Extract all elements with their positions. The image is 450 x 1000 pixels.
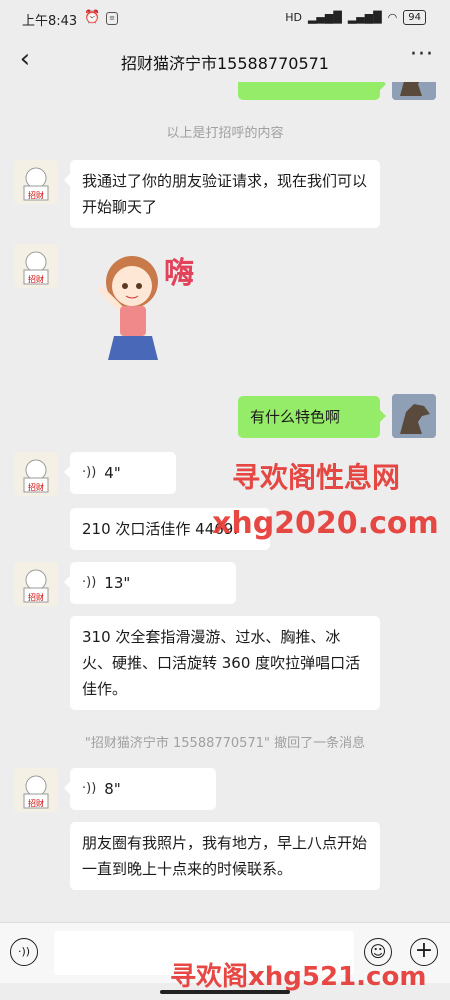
voice-duration: 4" xyxy=(104,464,121,482)
message-bubble[interactable]: 我通过了你的朋友验证请求，现在我们可以开始聊天了 xyxy=(64,160,380,228)
svg-text:招财: 招财 xyxy=(28,190,44,200)
sticker-image[interactable]: 嗨 xyxy=(84,242,204,382)
signal-icon-2: ▂▄▆█ xyxy=(347,11,382,24)
sticker-text: 嗨 xyxy=(164,256,194,291)
contact-avatar[interactable]: 招财 xyxy=(14,244,58,288)
watermark-3: 寻欢阁xhg521.com xyxy=(170,962,427,992)
voice-message[interactable]: ·)) 4" xyxy=(64,452,176,494)
home-indicator xyxy=(160,990,290,994)
status-bar: 上午8:43 ⏰ ≡ HD ▂▄▆█ ▂▄▆█ ◠ 94 xyxy=(0,0,450,38)
contact-avatar[interactable]: 招财 xyxy=(14,452,58,496)
svg-text:招财: 招财 xyxy=(28,274,44,284)
voice-wave-icon: ·)) xyxy=(82,575,97,590)
status-icons: HD ▂▄▆█ ▂▄▆█ ◠ 94 xyxy=(285,10,426,25)
my-avatar[interactable] xyxy=(392,82,436,100)
contact-avatar[interactable]: 招财 xyxy=(14,768,58,812)
my-avatar[interactable] xyxy=(392,394,436,438)
message-bubble[interactable]: 朋友圈有我照片，我有地方，早上八点开始一直到晚上十点来的时候联系。 xyxy=(70,822,380,890)
watermark-1: 寻欢阁性息网 xyxy=(232,461,401,494)
wifi-icon: ◠ xyxy=(387,11,398,24)
svg-text:招财: 招财 xyxy=(28,592,44,602)
alarm-icon: ⏰ xyxy=(84,10,101,25)
system-message-recall: "招财猫济宁市 15588770571" 撤回了一条消息 xyxy=(84,736,366,751)
voice-duration: 13" xyxy=(104,574,131,592)
system-message-greeting: 以上是打招呼的内容 xyxy=(166,126,284,141)
svg-text:招财: 招财 xyxy=(28,482,44,492)
voice-wave-icon: ·)) xyxy=(82,781,97,796)
voice-wave-icon: ·)) xyxy=(82,465,97,480)
contact-avatar[interactable]: 招财 xyxy=(14,160,58,204)
network-label: HD xyxy=(285,11,302,24)
signal-icon: ▂▄▆█ xyxy=(307,11,342,24)
message-bubble-partial[interactable] xyxy=(238,82,386,100)
voice-message[interactable]: ·)) 13" xyxy=(64,562,236,604)
battery-icon: 94 xyxy=(403,10,426,25)
svg-text:招财: 招财 xyxy=(28,798,44,808)
voice-duration: 8" xyxy=(104,780,121,798)
chat-title: 招财猫济宁市15588770571 xyxy=(121,54,329,73)
app-notification-icon: ≡ xyxy=(106,12,118,25)
voice-icon[interactable]: ·)) xyxy=(10,938,38,966)
status-time: 上午8:43 xyxy=(22,14,78,29)
watermark-2: xhg2020.com xyxy=(212,506,439,541)
my-message-bubble[interactable]: 有什么特色啊 xyxy=(238,396,386,438)
message-list[interactable]: 以上是打招呼的内容 招财 我通过了你的朋友验证请求，现在我们可以开始聊天了 招财… xyxy=(0,82,450,922)
chat-header: ‹ 招财猫济宁市15588770571 ··· xyxy=(0,38,450,82)
message-bubble[interactable]: 310 次全套指滑漫游、过水、胸推、冰火、硬推、口活旋转 360 度吹拉弹唱口活… xyxy=(70,616,380,710)
contact-avatar[interactable]: 招财 xyxy=(14,562,58,606)
voice-message[interactable]: ·)) 8" xyxy=(64,768,216,810)
more-icon[interactable]: ··· xyxy=(410,42,434,67)
